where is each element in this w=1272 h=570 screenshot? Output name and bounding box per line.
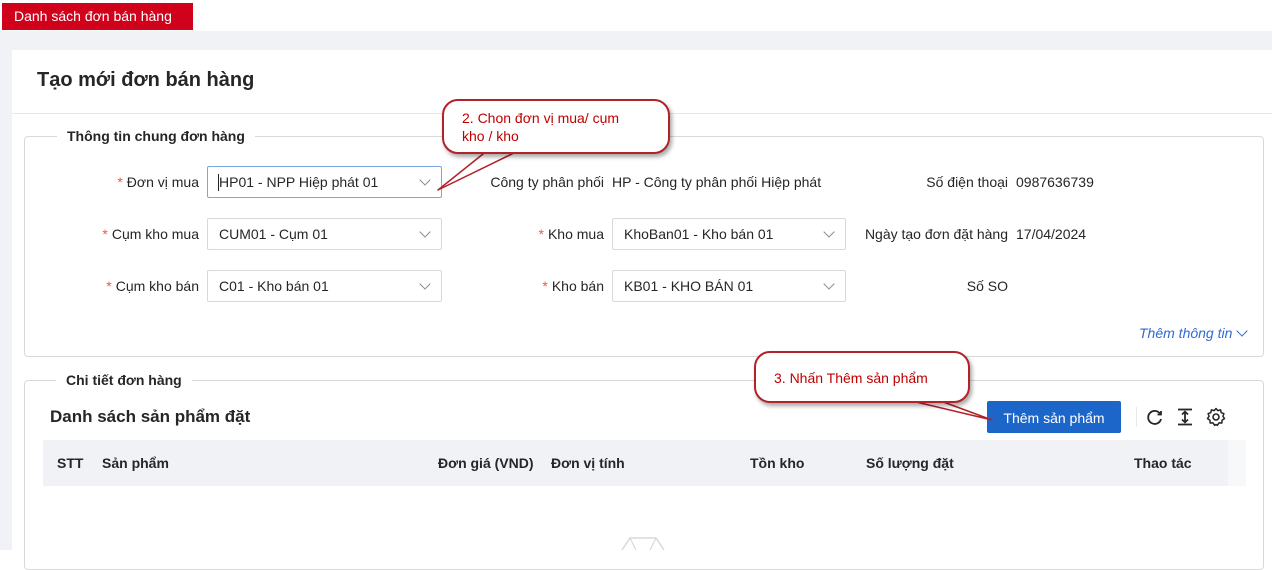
callout-step-2-line1: 2. Chon đơn vị mua/ cụm [462,110,620,126]
callout-step-3-text: 3. Nhấn Thêm sản phẩm [774,370,928,386]
callout-step-2-line2: kho / kho [462,128,519,144]
callout-arrows [437,149,993,421]
callout-step-2: 2. Chon đơn vị mua/ cụm kho / kho [442,99,670,154]
callout-step-3: 3. Nhấn Thêm sản phẩm [754,351,970,403]
